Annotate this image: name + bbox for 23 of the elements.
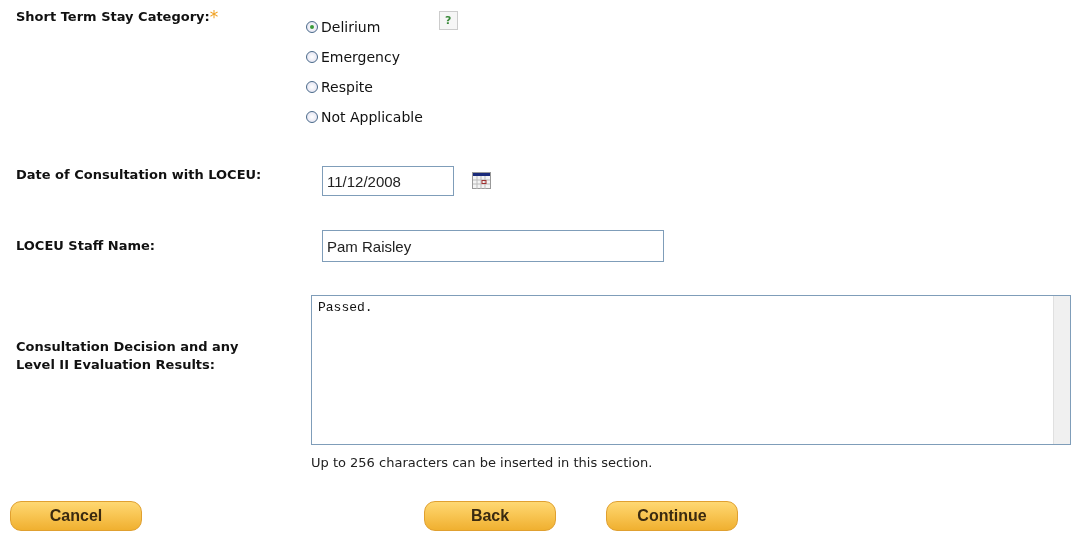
hint-text: Up to 256 characters can be inserted in this section.: [311, 455, 654, 470]
date-field[interactable]: 11/12/2008: [322, 166, 454, 196]
radio-button[interactable]: [306, 111, 318, 123]
action-button[interactable]: Continue: [606, 501, 738, 531]
action-button[interactable]: Cancel: [10, 501, 142, 531]
radio-option[interactable]: Respite: [306, 72, 423, 102]
calendar-icon[interactable]: [472, 172, 491, 189]
scroll-bar[interactable]: [1053, 296, 1070, 444]
field-label: LOCEU Staff Name:: [16, 238, 155, 253]
radio-button[interactable]: [306, 51, 318, 63]
field-label: Consultation Decision and any Level II Evaluation Results:: [16, 339, 239, 372]
field-label: Short Term Stay Category:: [16, 9, 210, 24]
radio-option[interactable]: Delirium: [306, 12, 423, 42]
radio-option[interactable]: Emergency: [306, 42, 423, 72]
radio-button[interactable]: [306, 21, 318, 33]
staff-name-field[interactable]: Pam Raisley: [322, 230, 664, 262]
help-button[interactable]: ?: [438, 11, 458, 30]
action-button[interactable]: Back: [424, 501, 556, 531]
field-label: Date of Consultation with LOCEU:: [16, 167, 262, 182]
radio-option[interactable]: Not Applicable: [306, 102, 423, 132]
required-mark: *: [209, 7, 219, 27]
decision-text-area[interactable]: Passed.: [311, 295, 1071, 445]
radio-button[interactable]: [306, 81, 318, 93]
